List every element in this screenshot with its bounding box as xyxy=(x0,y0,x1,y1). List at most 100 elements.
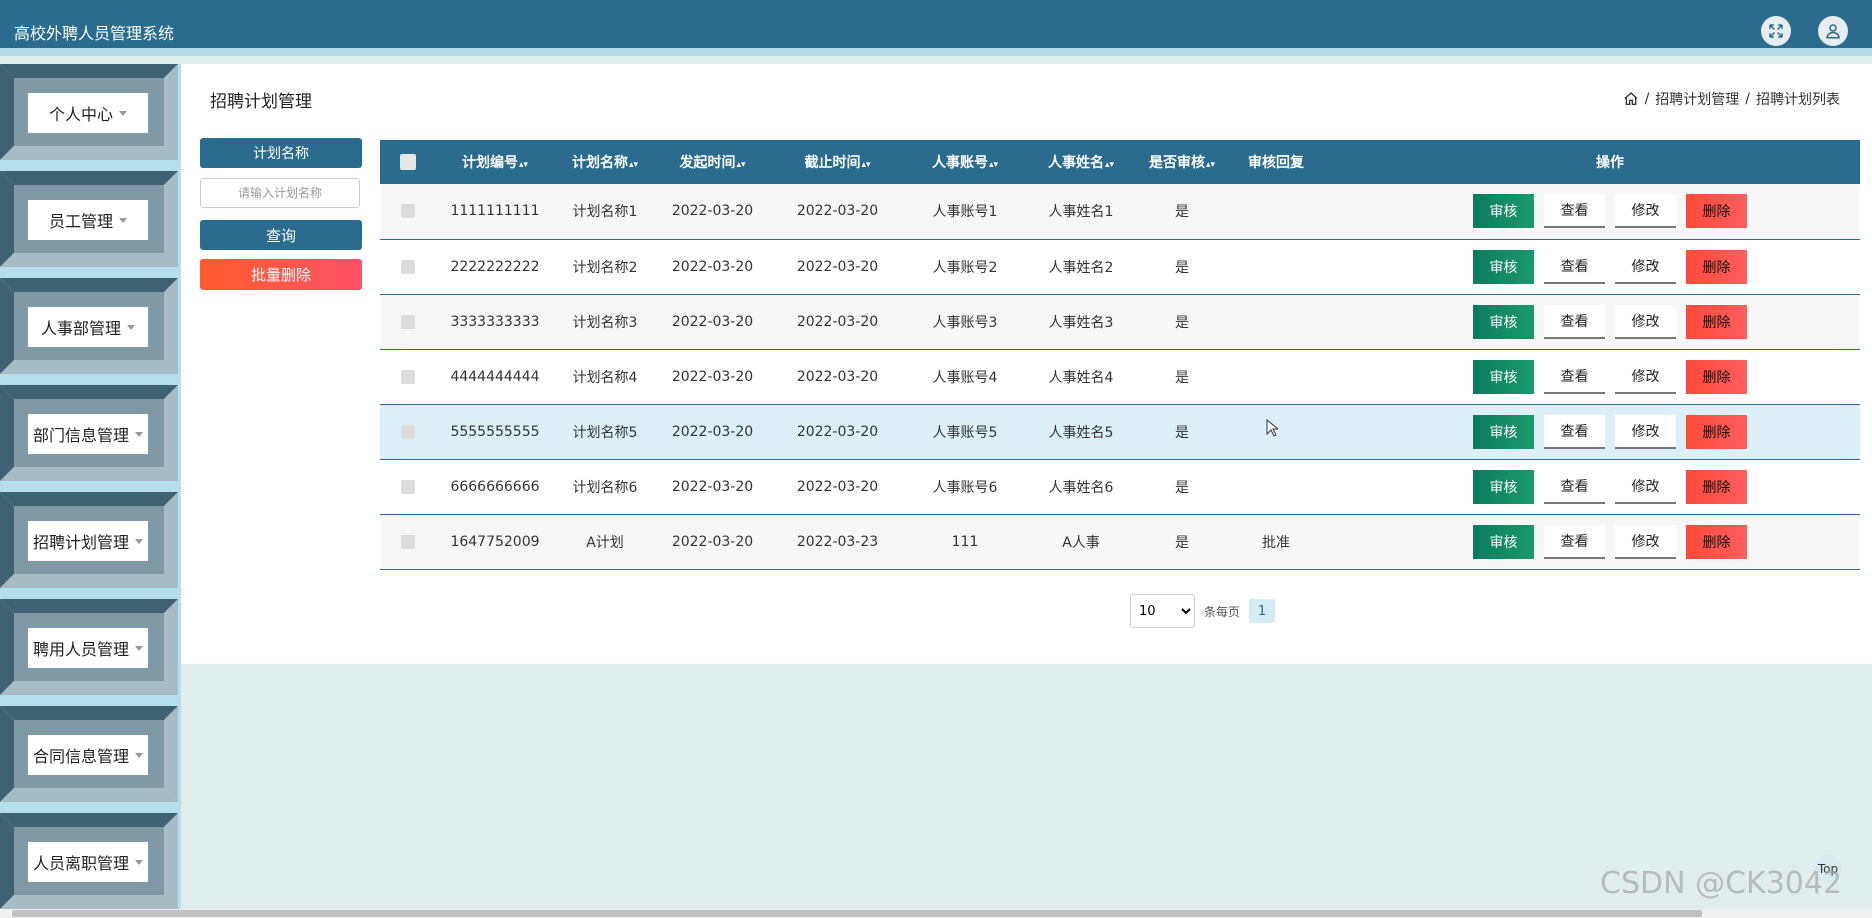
audit-button[interactable]: 审核 xyxy=(1473,304,1534,339)
row-checkbox[interactable] xyxy=(400,314,415,329)
view-button[interactable]: 查看 xyxy=(1544,469,1605,504)
edit-button[interactable]: 修改 xyxy=(1615,359,1676,394)
view-button[interactable]: 查看 xyxy=(1544,414,1605,449)
cell-name: 计划名称3 xyxy=(572,314,638,331)
cell-name: 计划名称2 xyxy=(572,259,638,276)
column-header[interactable]: 发起时间▴▾ xyxy=(655,140,770,184)
delete-button[interactable]: 删除 xyxy=(1686,194,1747,229)
view-button[interactable]: 查看 xyxy=(1544,249,1605,284)
cell-audited: 是 xyxy=(1175,424,1189,441)
cell-start: 2022-03-20 xyxy=(671,313,754,330)
view-button[interactable]: 查看 xyxy=(1544,524,1605,559)
cell-account: 人事账号1 xyxy=(932,204,998,221)
cell-reply: 批准 xyxy=(1262,534,1290,551)
query-button[interactable]: 查询 xyxy=(200,220,362,250)
row-checkbox[interactable] xyxy=(400,479,415,494)
sidebar-item[interactable]: 部门信息管理 xyxy=(0,385,178,481)
fullscreen-icon[interactable] xyxy=(1761,16,1791,46)
page-size-select[interactable]: 10 xyxy=(1130,594,1195,628)
audit-button[interactable]: 审核 xyxy=(1473,414,1534,449)
row-checkbox[interactable] xyxy=(400,369,415,384)
audit-button[interactable]: 审核 xyxy=(1473,249,1534,284)
sidebar-item[interactable]: 合同信息管理 xyxy=(0,706,178,802)
delete-button[interactable]: 删除 xyxy=(1686,469,1747,504)
sidebar-item[interactable]: 聘用人员管理 xyxy=(0,599,178,695)
sidebar-item-box: 部门信息管理 xyxy=(28,414,148,454)
cell-code: 2222222222 xyxy=(450,258,540,275)
edit-button[interactable]: 修改 xyxy=(1615,194,1676,229)
row-checkbox[interactable] xyxy=(400,424,415,439)
cell-name: 计划名称6 xyxy=(572,479,638,496)
sort-icon[interactable]: ▴▾ xyxy=(861,160,870,170)
edit-button[interactable]: 修改 xyxy=(1615,524,1676,559)
sort-icon[interactable]: ▴▾ xyxy=(629,160,638,170)
column-header[interactable]: 截止时间▴▾ xyxy=(770,140,905,184)
column-header[interactable]: 计划编号▴▾ xyxy=(435,140,555,184)
cell-start: 2022-03-20 xyxy=(671,423,754,440)
cell-reply xyxy=(1227,184,1325,239)
plan-name-input[interactable] xyxy=(200,178,360,208)
horizontal-scrollbar[interactable] xyxy=(0,909,1872,918)
sidebar-item[interactable]: 人员离职管理 xyxy=(0,813,178,909)
sort-icon[interactable]: ▴▾ xyxy=(989,160,998,170)
edit-button[interactable]: 修改 xyxy=(1615,249,1676,284)
sidebar-item-label: 人事部管理 xyxy=(40,319,121,338)
table-row: 5555555555 计划名称5 2022-03-20 2022-03-20 人事账号5… xyxy=(380,404,1860,459)
delete-button[interactable]: 删除 xyxy=(1686,359,1747,394)
column-header[interactable]: 是否审核▴▾ xyxy=(1137,140,1227,184)
cell-reply xyxy=(1227,349,1325,404)
edit-button[interactable]: 修改 xyxy=(1615,304,1676,339)
sidebar-item-label: 个人中心 xyxy=(48,105,113,124)
sort-icon[interactable]: ▴▾ xyxy=(1206,160,1215,170)
edit-button[interactable]: 修改 xyxy=(1615,469,1676,504)
view-button[interactable]: 查看 xyxy=(1544,194,1605,229)
sort-icon[interactable]: ▴▾ xyxy=(519,160,528,170)
row-checkbox[interactable] xyxy=(400,534,415,549)
pagination: 10 条每页 1 xyxy=(1130,594,1276,628)
caret-down-icon xyxy=(127,324,135,330)
per-page-label: 条每页 xyxy=(1204,604,1241,619)
batch-delete-button[interactable]: 批量删除 xyxy=(200,259,362,290)
cell-reply xyxy=(1227,459,1325,514)
sort-icon[interactable]: ▴▾ xyxy=(736,160,745,170)
audit-button[interactable]: 审核 xyxy=(1473,359,1534,394)
cell-person: 人事姓名1 xyxy=(1048,204,1114,221)
audit-button[interactable]: 审核 xyxy=(1473,524,1534,559)
table-row: 4444444444 计划名称4 2022-03-20 2022-03-20 人事账号4… xyxy=(380,349,1860,404)
main-content: 招聘计划管理 / 招聘计划管理 / 招聘计划列表 计划名称 查询 批量删除 计划… xyxy=(181,64,1872,664)
mouse-cursor-icon xyxy=(1266,419,1278,437)
home-icon[interactable] xyxy=(1623,91,1639,107)
column-header[interactable]: 人事姓名▴▾ xyxy=(1025,140,1137,184)
breadcrumb-item[interactable]: 招聘计划管理 xyxy=(1655,89,1739,109)
audit-button[interactable]: 审核 xyxy=(1473,194,1534,229)
edit-button[interactable]: 修改 xyxy=(1615,414,1676,449)
delete-button[interactable]: 删除 xyxy=(1686,414,1747,449)
cell-end: 2022-03-20 xyxy=(796,478,879,495)
column-header[interactable]: 人事账号▴▾ xyxy=(905,140,1025,184)
cell-code: 4444444444 xyxy=(450,368,540,385)
caret-down-icon xyxy=(135,645,143,651)
row-checkbox[interactable] xyxy=(400,259,415,274)
delete-button[interactable]: 删除 xyxy=(1686,304,1747,339)
sidebar-item[interactable]: 员工管理 xyxy=(0,171,178,267)
sort-icon[interactable]: ▴▾ xyxy=(1105,160,1114,170)
row-checkbox[interactable] xyxy=(400,204,415,219)
delete-button[interactable]: 删除 xyxy=(1686,249,1747,284)
delete-button[interactable]: 删除 xyxy=(1686,524,1747,559)
column-header[interactable]: 计划名称▴▾ xyxy=(555,140,655,184)
page-number[interactable]: 1 xyxy=(1249,599,1276,623)
sidebar-item[interactable]: 人事部管理 xyxy=(0,278,178,374)
sidebar-item[interactable]: 招聘计划管理 xyxy=(0,492,178,588)
user-icon[interactable] xyxy=(1818,16,1848,46)
sidebar-item[interactable]: 个人中心 xyxy=(0,64,178,160)
sidebar: 个人中心员工管理人事部管理部门信息管理招聘计划管理 聘用人员管理 合同信息管理人员离… xyxy=(0,64,181,918)
header-strip xyxy=(0,48,1872,56)
view-button[interactable]: 查看 xyxy=(1544,359,1605,394)
view-button[interactable]: 查看 xyxy=(1544,304,1605,339)
select-all-checkbox[interactable] xyxy=(399,154,416,170)
scrollbar-thumb[interactable] xyxy=(12,910,1702,917)
caret-down-icon xyxy=(135,859,143,865)
sidebar-item-box: 人员离职管理 xyxy=(28,842,148,882)
app-title: 高校外聘人员管理系统 xyxy=(14,24,175,43)
audit-button[interactable]: 审核 xyxy=(1473,469,1534,504)
